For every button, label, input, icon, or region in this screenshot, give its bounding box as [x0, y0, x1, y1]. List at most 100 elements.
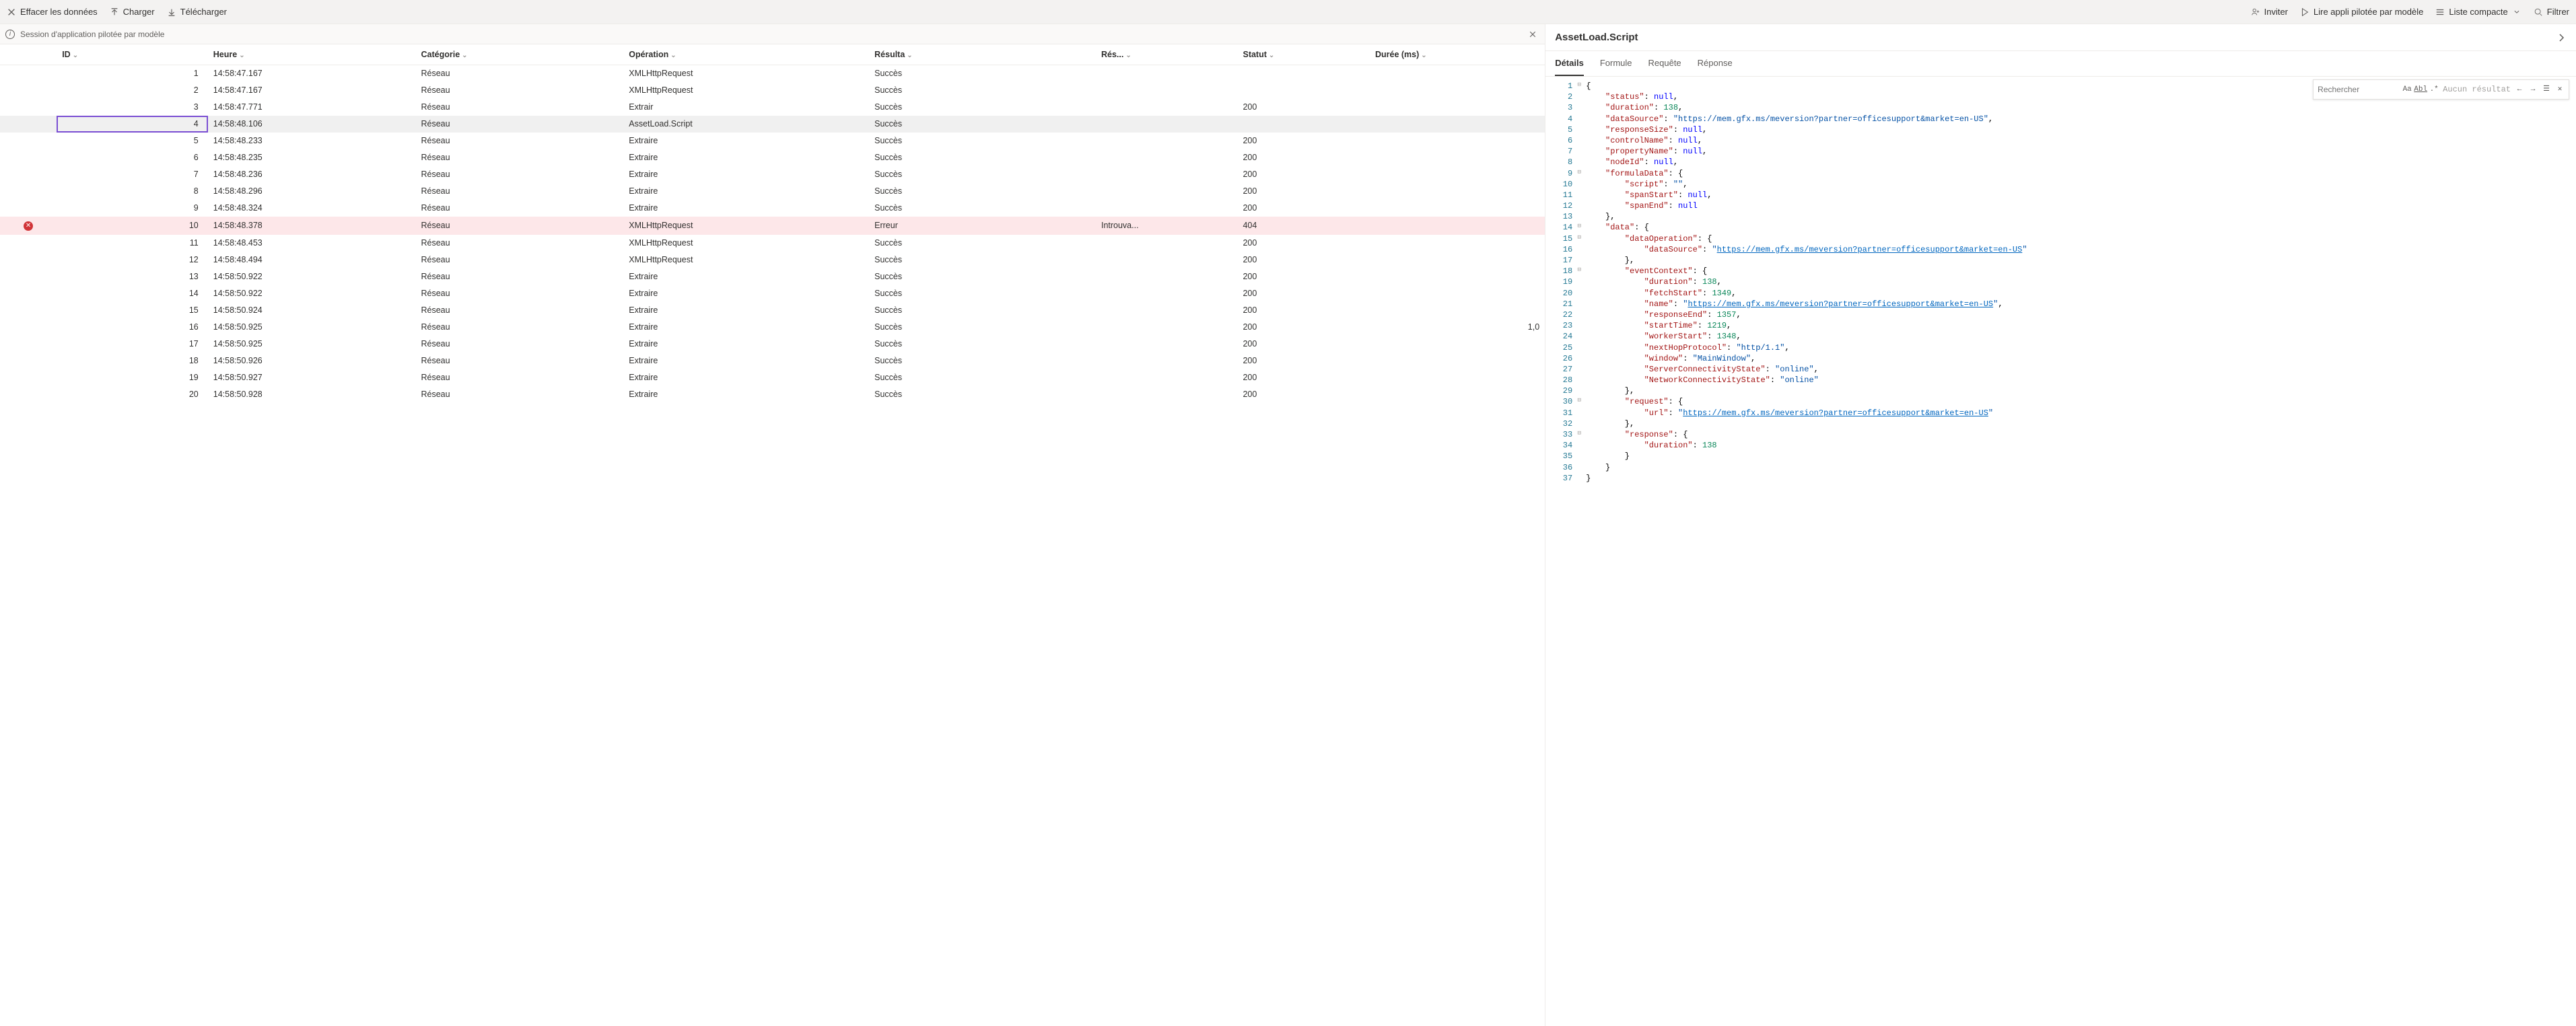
detail-header: AssetLoad.Script: [1545, 24, 2576, 51]
tab-requete[interactable]: Requête: [1648, 51, 1681, 76]
th-statut[interactable]: Statut⌄: [1237, 44, 1369, 65]
code-line: 30⊟ "request": {: [1545, 396, 2576, 407]
find-in-selection-icon[interactable]: ☰: [2542, 85, 2551, 94]
code-link[interactable]: https://mem.gfx.ms/meversion?partner=off…: [1683, 408, 1988, 418]
table-row[interactable]: ✕1014:58:48.378RéseauXMLHttpRequestErreu…: [0, 217, 1545, 235]
detail-pane: AssetLoad.Script Détails Formule Requête…: [1545, 24, 2576, 1026]
close-session-button[interactable]: [1529, 30, 1537, 38]
table-row[interactable]: 914:58:48.324RéseauExtraireSuccès200: [0, 200, 1545, 217]
code-link[interactable]: https://mem.gfx.ms/meversion?partner=off…: [1687, 299, 1993, 309]
invite-button[interactable]: Inviter: [2251, 7, 2288, 17]
fold-icon: [1575, 135, 1583, 146]
table-row[interactable]: 314:58:47.771RéseauExtrairSuccès200: [0, 99, 1545, 116]
fold-icon: [1575, 288, 1583, 299]
table-row[interactable]: 214:58:47.167RéseauXMLHttpRequestSuccès: [0, 82, 1545, 99]
top-toolbar: Effacer les données Charger Télécharger …: [0, 0, 2576, 24]
fold-icon: [1575, 375, 1583, 386]
fold-icon: [1575, 299, 1583, 309]
close-icon: [7, 7, 16, 17]
play-app-button[interactable]: Lire appli pilotée par modèle: [2300, 7, 2423, 17]
table-row[interactable]: 1414:58:50.922RéseauExtraireSuccès200: [0, 285, 1545, 302]
code-line: 36 }: [1545, 462, 2576, 473]
fold-icon: [1575, 320, 1583, 331]
th-duree[interactable]: Durée (ms)⌄: [1370, 44, 1545, 65]
fold-icon[interactable]: ⊟: [1575, 222, 1583, 233]
table-row[interactable]: 114:58:47.167RéseauXMLHttpRequestSuccès: [0, 65, 1545, 82]
th-heure[interactable]: Heure⌄: [208, 44, 416, 65]
download-button[interactable]: Télécharger: [167, 7, 227, 17]
whole-word-icon[interactable]: Abl: [2416, 85, 2425, 94]
next-match-icon[interactable]: →: [2528, 85, 2538, 94]
code-line: 9⊟ "formulaData": {: [1545, 168, 2576, 179]
code-line: 25 "nextHopProtocol": "http/1.1",: [1545, 342, 2576, 353]
code-line: 15⊟ "dataOperation": {: [1545, 233, 2576, 244]
fold-icon: [1575, 342, 1583, 353]
tab-details[interactable]: Détails: [1555, 51, 1584, 76]
table-row[interactable]: 1914:58:50.927RéseauExtraireSuccès200: [0, 369, 1545, 386]
close-search-icon[interactable]: ✕: [2555, 85, 2565, 94]
th-categorie[interactable]: Catégorie⌄: [416, 44, 624, 65]
fold-icon[interactable]: ⊟: [1575, 233, 1583, 244]
list-compact-button[interactable]: Liste compacte: [2435, 7, 2521, 17]
fold-icon: [1575, 277, 1583, 287]
download-icon: [167, 7, 176, 17]
code-line: 34 "duration": 138: [1545, 440, 2576, 451]
th-operation[interactable]: Opération⌄: [623, 44, 869, 65]
code-line: 28 "NetworkConnectivityState": "online": [1545, 375, 2576, 386]
table-row[interactable]: 1114:58:48.453RéseauXMLHttpRequestSuccès…: [0, 235, 1545, 252]
prev-match-icon[interactable]: ←: [2515, 85, 2524, 94]
code-line: 33⊟ "response": {: [1545, 429, 2576, 440]
log-table: ID⌄ Heure⌄ Catégorie⌄ Opération⌄ Résulta…: [0, 44, 1545, 402]
table-row[interactable]: 1714:58:50.925RéseauExtraireSuccès200: [0, 336, 1545, 353]
list-compact-label: Liste compacte: [2449, 7, 2507, 17]
fold-icon[interactable]: ⊟: [1575, 396, 1583, 407]
th-id[interactable]: ID⌄: [57, 44, 208, 65]
fold-icon: [1575, 451, 1583, 462]
json-viewer[interactable]: Aa Abl .* Aucun résultat ← → ☰ ✕ 1⊟{2 "s…: [1545, 77, 2576, 1026]
code-line: 32 },: [1545, 418, 2576, 429]
expand-icon[interactable]: [2556, 32, 2567, 43]
code-line: 3 "duration": 138,: [1545, 102, 2576, 113]
person-add-icon: [2251, 7, 2260, 17]
filter-button[interactable]: Filtrer: [2534, 7, 2569, 17]
code-search-input[interactable]: [2318, 85, 2398, 94]
info-icon: i: [5, 30, 15, 39]
th-res2[interactable]: Rés...⌄: [1096, 44, 1238, 65]
fold-icon[interactable]: ⊟: [1575, 81, 1583, 91]
tab-formule[interactable]: Formule: [1600, 51, 1632, 76]
no-result-label: Aucun résultat: [2443, 84, 2511, 95]
table-row[interactable]: 1814:58:50.926RéseauExtraireSuccès200: [0, 353, 1545, 369]
table-row[interactable]: 414:58:48.106RéseauAssetLoad.ScriptSuccè…: [0, 116, 1545, 133]
fold-icon: [1575, 462, 1583, 473]
clear-data-button[interactable]: Effacer les données: [7, 7, 98, 17]
fold-icon[interactable]: ⊟: [1575, 266, 1583, 277]
fold-icon: [1575, 200, 1583, 211]
table-row[interactable]: 1514:58:50.924RéseauExtraireSuccès200: [0, 302, 1545, 319]
table-row[interactable]: 1214:58:48.494RéseauXMLHttpRequestSuccès…: [0, 252, 1545, 268]
code-line: 10 "script": "",: [1545, 179, 2576, 190]
table-row[interactable]: 814:58:48.296RéseauExtraireSuccès200: [0, 183, 1545, 200]
fold-icon[interactable]: ⊟: [1575, 168, 1583, 179]
fold-icon: [1575, 331, 1583, 342]
regex-icon[interactable]: .*: [2429, 85, 2439, 94]
code-line: 11 "spanStart": null,: [1545, 190, 2576, 200]
fold-icon: [1575, 211, 1583, 222]
log-table-pane: i Session d'application pilotée par modè…: [0, 24, 1545, 1026]
code-line: 14⊟ "data": {: [1545, 222, 2576, 233]
table-row[interactable]: 614:58:48.235RéseauExtraireSuccès200: [0, 149, 1545, 166]
th-resulta[interactable]: Résulta⌄: [869, 44, 1096, 65]
table-row[interactable]: 514:58:48.233RéseauExtraireSuccès200: [0, 133, 1545, 149]
code-line: 8 "nodeId": null,: [1545, 157, 2576, 168]
load-label: Charger: [123, 7, 155, 17]
table-row[interactable]: 2014:58:50.928RéseauExtraireSuccès200: [0, 386, 1545, 403]
table-row[interactable]: 1614:58:50.925RéseauExtraireSuccès2001,0: [0, 319, 1545, 336]
table-row[interactable]: 714:58:48.236RéseauExtraireSuccès200: [0, 166, 1545, 183]
load-button[interactable]: Charger: [110, 7, 155, 17]
table-row[interactable]: 1314:58:50.922RéseauExtraireSuccès200: [0, 268, 1545, 285]
play-app-label: Lire appli pilotée par modèle: [2313, 7, 2423, 17]
fold-icon[interactable]: ⊟: [1575, 429, 1583, 440]
match-case-icon[interactable]: Aa: [2402, 85, 2412, 94]
tab-reponse[interactable]: Réponse: [1698, 51, 1733, 76]
code-link[interactable]: https://mem.gfx.ms/meversion?partner=off…: [1717, 245, 2023, 254]
session-bar: i Session d'application pilotée par modè…: [0, 24, 1545, 44]
